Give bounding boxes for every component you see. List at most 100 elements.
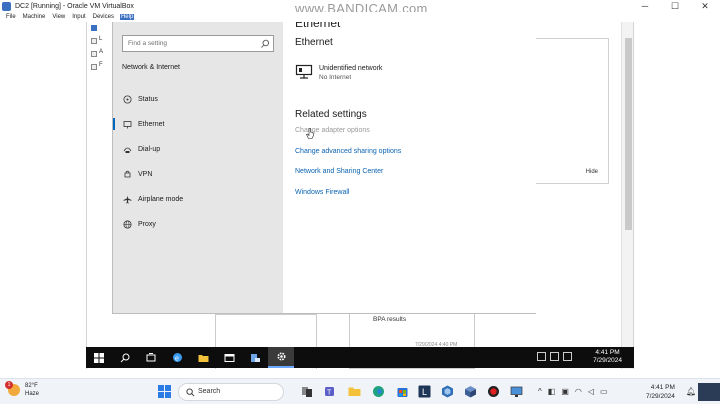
guest-edge-button[interactable]: e <box>164 347 190 368</box>
virtualbox-titlebar: DC2 [Running] - Oracle VM VirtualBox www… <box>0 0 720 16</box>
sidebar-item-airplane-mode[interactable]: Airplane mode <box>113 188 283 210</box>
settings-content: Ethernet Ethernet Unidentified network N… <box>283 22 536 313</box>
network-monitor-icon <box>295 64 313 79</box>
vm-display[interactable]: L A F Hide BPA results 7/29/2024 4:40 PM… <box>86 22 634 369</box>
internet-explorer-icon: e <box>172 353 182 362</box>
hide-link[interactable]: Hide <box>586 169 598 175</box>
host-app-edge[interactable] <box>370 383 387 400</box>
search-placeholder: Find a setting <box>128 40 168 47</box>
network-connection-item[interactable]: Unidentified network No Internet <box>295 64 382 82</box>
sidebar-stub-local: L <box>99 36 103 42</box>
weather-text: 82°F Haze <box>25 382 39 398</box>
sidebar-stub-file: F <box>99 62 103 68</box>
window-title: DC2 [Running] - Oracle VM VirtualBox <box>15 2 134 10</box>
tray-network-icon[interactable] <box>537 352 546 361</box>
menu-input[interactable]: Input <box>71 14 86 20</box>
vm-scrollbar-thumb[interactable] <box>625 38 632 230</box>
host-app-virtualbox[interactable] <box>439 383 456 400</box>
minimize-button[interactable]: ─ <box>630 0 660 12</box>
change-advanced-sharing-link[interactable]: Change advanced sharing options <box>295 148 401 155</box>
settings-search-input[interactable]: Find a setting <box>122 35 274 52</box>
chevron-up-icon[interactable]: ^ <box>538 387 542 396</box>
sidebar-item-label: Status <box>138 95 158 103</box>
network-sharing-center-link[interactable]: Network and Sharing Center <box>295 168 383 175</box>
sidebar-item-ethernet[interactable]: Ethernet <box>113 113 283 135</box>
scrolled-page-title: Ethernet <box>295 22 341 30</box>
folder-icon <box>198 354 208 362</box>
battery-icon[interactable]: ▭ <box>600 387 608 396</box>
weather-widget[interactable]: 1 82°F Haze <box>5 381 39 398</box>
guest-clock[interactable]: 4:41 PM 7/29/2024 <box>593 349 622 365</box>
vm-scrollbar[interactable] <box>621 22 633 369</box>
edge-icon <box>373 386 384 397</box>
settings-window: Find a setting Network & Internet Status… <box>112 22 536 314</box>
server-manager-item-icon <box>91 25 97 31</box>
guest-settings-button[interactable] <box>268 347 294 368</box>
host-date: 7/29/2024 <box>646 393 675 400</box>
weather-sun-icon: 1 <box>5 381 20 396</box>
guest-app-button[interactable] <box>216 347 242 368</box>
weather-alert-badge: 1 <box>5 381 13 389</box>
file-services-icon <box>91 64 97 70</box>
virtualbox-icon <box>442 385 453 398</box>
host-app-store[interactable] <box>394 383 411 400</box>
menu-view[interactable]: View <box>51 14 66 20</box>
sidebar-item-proxy[interactable]: Proxy <box>113 213 283 235</box>
task-view-icon <box>301 386 312 397</box>
host-app-l[interactable]: L <box>416 383 433 400</box>
menu-file[interactable]: File <box>5 14 17 20</box>
sidebar-item-dialup[interactable]: Dial-up <box>113 138 283 160</box>
guest-server-manager-button[interactable] <box>242 347 268 368</box>
guest-file-explorer-button[interactable] <box>190 347 216 368</box>
sidebar-item-label: Dial-up <box>138 145 161 153</box>
hand-cursor-icon <box>306 128 314 139</box>
guest-start-button[interactable] <box>86 347 112 368</box>
notification-bell-icon[interactable]: 🔔︎ <box>686 387 696 396</box>
host-app-teams[interactable]: T <box>322 383 339 400</box>
tray-device-icon[interactable] <box>550 352 559 361</box>
network-name: Unidentified network <box>319 65 383 72</box>
bpa-results-label: BPA results <box>373 316 407 323</box>
sidebar-item-label: Proxy <box>138 220 156 228</box>
windows-firewall-link[interactable]: Windows Firewall <box>295 189 349 196</box>
monitor-icon <box>510 386 523 397</box>
wifi-icon[interactable]: ◠ <box>575 387 582 396</box>
host-app-task-view[interactable] <box>298 383 315 400</box>
network-status: No Internet <box>319 74 352 81</box>
menu-machine[interactable]: Machine <box>22 14 47 20</box>
globe-icon <box>122 219 132 229</box>
host-start-button[interactable] <box>158 385 171 398</box>
sidebar-item-vpn[interactable]: VPN <box>113 163 283 185</box>
cube-icon <box>465 386 476 398</box>
host-app-file-explorer[interactable] <box>346 383 363 400</box>
host-app-vm-manager[interactable] <box>462 383 479 400</box>
weather-temp: 82°F <box>25 383 38 389</box>
show-desktop-thumbnail[interactable] <box>698 383 720 401</box>
menu-devices[interactable]: Devices <box>92 14 115 20</box>
guest-search-button[interactable] <box>112 347 138 368</box>
close-button[interactable]: ✕ <box>690 0 720 12</box>
host-app-recorder[interactable] <box>485 383 502 400</box>
search-icon[interactable] <box>260 39 270 49</box>
sidebar-item-status[interactable]: Status <box>113 88 283 110</box>
menu-help[interactable]: Help <box>119 14 135 20</box>
volume-icon[interactable]: ◁ <box>588 387 594 396</box>
tray-volume-icon[interactable] <box>563 352 572 361</box>
host-clock[interactable]: 4:41 PM 7/29/2024 <box>646 383 675 401</box>
guest-system-tray <box>533 352 572 361</box>
ethernet-icon <box>122 119 132 129</box>
gear-icon <box>276 352 286 361</box>
tray-app-icon[interactable]: ◧ <box>548 387 556 396</box>
airplane-icon <box>122 194 132 204</box>
guest-task-view-button[interactable] <box>138 347 164 368</box>
virtualbox-menubar: File Machine View Input Devices Help <box>0 12 720 22</box>
host-app-monitor[interactable] <box>508 383 525 400</box>
store-icon <box>397 388 408 397</box>
host-search-box[interactable]: Search <box>178 383 284 401</box>
tray-app-icon-2[interactable]: ▣ <box>561 387 569 396</box>
svg-text:T: T <box>327 390 332 397</box>
settings-sidebar: Find a setting Network & Internet Status… <box>113 22 283 313</box>
maximize-button[interactable]: ☐ <box>660 0 690 12</box>
host-taskbar: 1 82°F Haze Search T L ^ ◧ ▣ ◠ ◁ ▭ 4:41 … <box>0 378 720 404</box>
host-search-label: Search <box>198 388 221 395</box>
